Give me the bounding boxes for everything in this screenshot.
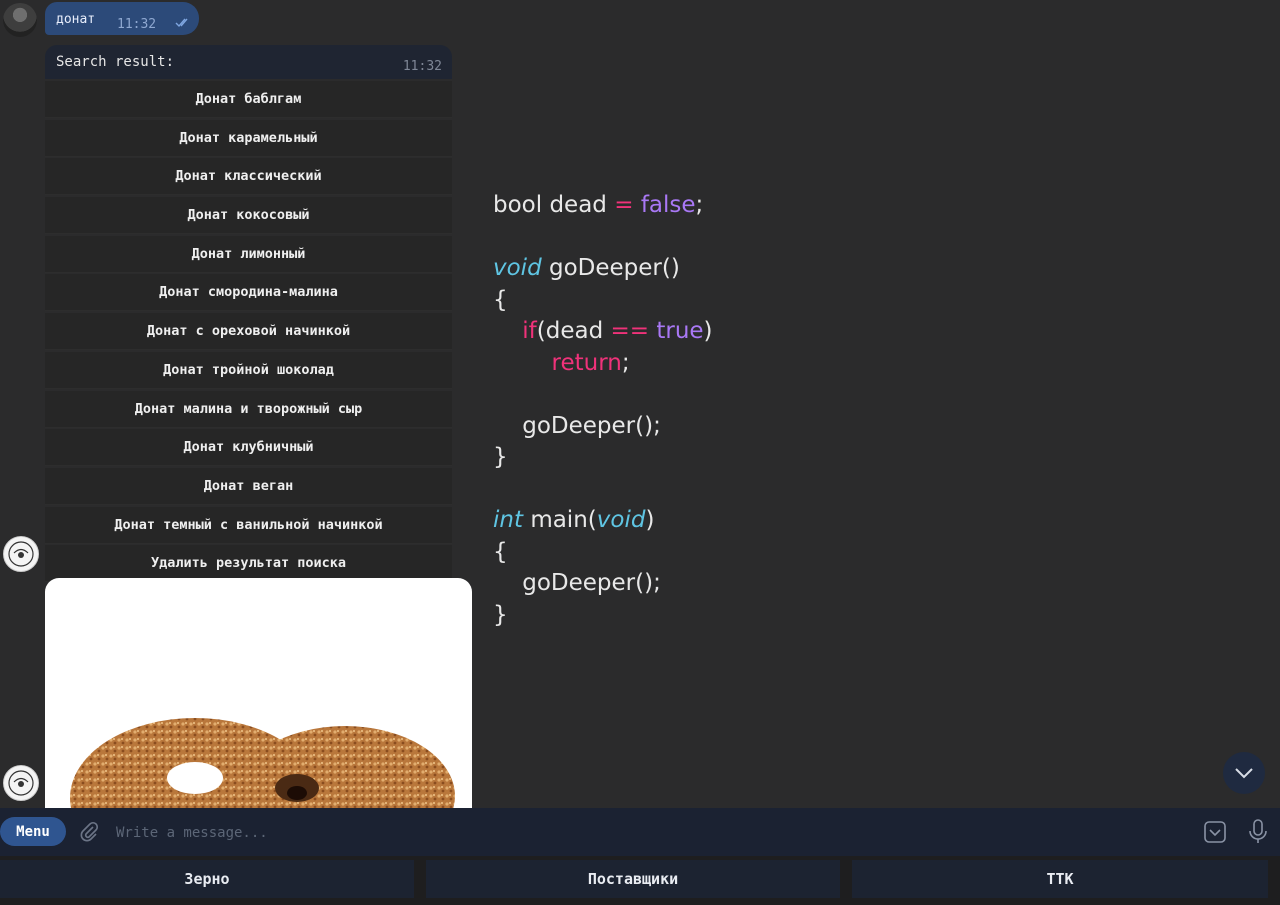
inline-button[interactable]: Донат кокосовый [45, 197, 452, 235]
message-time: 11:32 [117, 17, 157, 32]
scroll-down-button[interactable] [1223, 752, 1265, 794]
message-input[interactable] [114, 820, 1178, 846]
code-line: } [493, 444, 508, 470]
code-line: if(dead == true) [522, 318, 713, 344]
reply-button-suppliers[interactable]: Поставщики [426, 860, 840, 898]
inline-button[interactable]: Донат баблгам [45, 81, 452, 118]
bot-logo-icon [8, 541, 34, 567]
inline-button[interactable]: Донат клубничный [45, 429, 452, 467]
code-line: { [493, 538, 508, 565]
bot-logo-icon [8, 770, 34, 796]
donut-photo[interactable] [45, 578, 472, 808]
inline-button[interactable]: Донат карамельный [45, 119, 452, 157]
chevron-down-icon [1235, 768, 1253, 779]
code-line: return; [551, 349, 630, 376]
user-avatar[interactable] [3, 3, 37, 37]
reply-button-grain[interactable]: Зерно [0, 860, 414, 898]
bot-avatar[interactable] [3, 536, 39, 572]
inline-button[interactable]: Донат с ореховой начинкой [45, 313, 452, 351]
message-time: 11:32 [402, 59, 442, 74]
inline-button[interactable]: Донат малина и творожный сыр [45, 390, 452, 428]
code-line: goDeeper(); [522, 570, 661, 596]
delete-search-result-button[interactable]: Удалить результат поиска [45, 545, 452, 583]
code-line: bool dead = false; [493, 192, 704, 218]
inline-button[interactable]: Донат классический [45, 158, 452, 196]
attach-icon[interactable] [78, 821, 100, 843]
inline-button[interactable]: Донат смородина-малина [45, 274, 452, 312]
code-snippet: bool dead = false; void goDeeper() { if(d… [493, 190, 713, 631]
inline-button[interactable]: Донат веган [45, 467, 452, 505]
bot-avatar[interactable] [3, 765, 39, 801]
reply-keyboard: Зерно Поставщики ТТК [0, 856, 1280, 905]
code-line: int main(void) [493, 507, 655, 533]
inline-keyboard: Донат баблгам Донат карамельный Донат кл… [45, 81, 452, 584]
code-line: void goDeeper() [493, 255, 680, 281]
code-line: { [493, 286, 508, 313]
search-result-message: Search result: 11:32 [45, 45, 452, 79]
code-line: goDeeper(); [522, 412, 661, 439]
message-input-bar: Menu [0, 808, 1280, 856]
message-text: донат [56, 12, 96, 27]
inline-button[interactable]: Донат тройной шоколад [45, 351, 452, 389]
donut-image [70, 718, 455, 808]
search-result-title: Search result: [56, 54, 175, 70]
menu-button[interactable]: Menu [0, 817, 66, 846]
inline-button[interactable]: Донат лимонный [45, 235, 452, 273]
code-line: } [493, 601, 508, 628]
reply-button-ttk[interactable]: ТТК [852, 860, 1268, 898]
chat-area: донат 11:32 Search result: 11:32 Донат б… [0, 0, 1280, 808]
outgoing-message[interactable]: донат 11:32 [45, 2, 199, 35]
microphone-icon[interactable] [1246, 818, 1270, 846]
bot-keyboard-icon[interactable] [1203, 820, 1227, 844]
inline-button[interactable]: Донат темный с ванильной начинкой [45, 506, 452, 544]
double-check-icon [175, 18, 188, 28]
